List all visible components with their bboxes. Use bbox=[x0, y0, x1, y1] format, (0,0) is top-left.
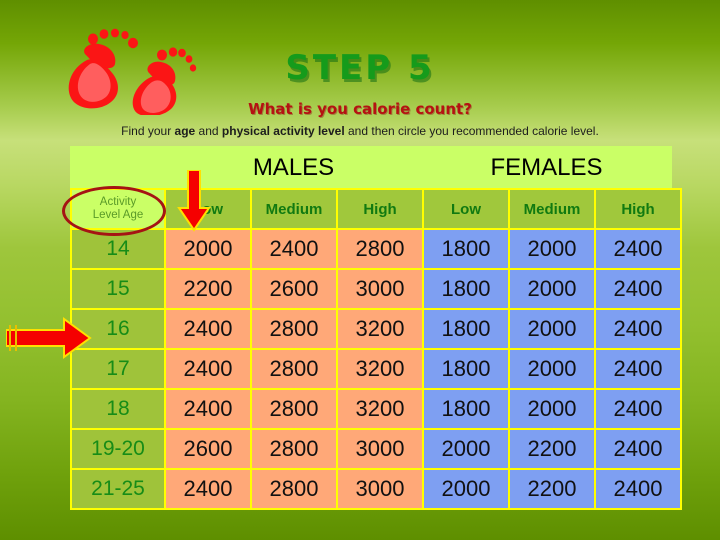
table-row: 18 2400 2800 3200 1800 2000 2400 bbox=[72, 390, 680, 428]
header-female-medium[interactable]: Medium bbox=[510, 190, 594, 228]
age-label: 19-20 bbox=[72, 430, 164, 468]
cell-female-low[interactable]: 2000 bbox=[424, 470, 508, 508]
cell-female-high[interactable]: 2400 bbox=[596, 230, 680, 268]
cell-male-low[interactable]: 2400 bbox=[166, 350, 250, 388]
cell-male-high[interactable]: 3200 bbox=[338, 310, 422, 348]
age-label: 15 bbox=[72, 270, 164, 308]
cell-male-low[interactable]: 2400 bbox=[166, 310, 250, 348]
table-row: 19-20 2600 2800 3000 2000 2200 2400 bbox=[72, 430, 680, 468]
cell-male-low[interactable]: 2400 bbox=[166, 390, 250, 428]
gender-header-band: MALES FEMALES bbox=[70, 146, 672, 190]
cell-male-high[interactable]: 2800 bbox=[338, 230, 422, 268]
cell-female-medium[interactable]: 2200 bbox=[510, 430, 594, 468]
cell-male-medium[interactable]: 2800 bbox=[252, 350, 336, 388]
cell-male-low[interactable]: 2600 bbox=[166, 430, 250, 468]
table-row: 17 2400 2800 3200 1800 2000 2400 bbox=[72, 350, 680, 388]
cell-female-low[interactable]: 1800 bbox=[424, 310, 508, 348]
cell-female-high[interactable]: 2400 bbox=[596, 270, 680, 308]
header-female-high[interactable]: High bbox=[596, 190, 680, 228]
cell-male-high[interactable]: 3000 bbox=[338, 430, 422, 468]
calorie-table: Activity Level Age Low Medium High Low M… bbox=[70, 188, 682, 510]
cell-female-medium[interactable]: 2000 bbox=[510, 390, 594, 428]
cell-male-medium[interactable]: 2600 bbox=[252, 270, 336, 308]
cell-male-low[interactable]: 2000 bbox=[166, 230, 250, 268]
cell-male-high[interactable]: 3200 bbox=[338, 390, 422, 428]
corner-label-line2: Level Age bbox=[92, 209, 144, 221]
corner-label-line1: Activity bbox=[99, 195, 137, 208]
cell-female-low[interactable]: 2000 bbox=[424, 430, 508, 468]
cell-female-high[interactable]: 2400 bbox=[596, 350, 680, 388]
table-row: 14 2000 2400 2800 1800 2000 2400 bbox=[72, 230, 680, 268]
instruction-prefix: Find your bbox=[121, 124, 175, 138]
subtitle: What is you calorie count? bbox=[248, 100, 472, 118]
slide-canvas: STEP 5 What is you calorie count? Find y… bbox=[0, 0, 720, 540]
cell-female-high[interactable]: 2400 bbox=[596, 430, 680, 468]
gender-group-females: FEMALES bbox=[490, 154, 603, 181]
cell-female-medium[interactable]: 2000 bbox=[510, 310, 594, 348]
cell-male-low[interactable]: 2400 bbox=[166, 470, 250, 508]
cell-female-high[interactable]: 2400 bbox=[596, 390, 680, 428]
instruction-suffix: and then circle you recommended calorie … bbox=[344, 124, 599, 138]
cell-male-medium[interactable]: 2800 bbox=[252, 390, 336, 428]
cell-female-high[interactable]: 2400 bbox=[596, 470, 680, 508]
table-row: 16 2400 2800 3200 1800 2000 2400 bbox=[72, 310, 680, 348]
cell-male-medium[interactable]: 2800 bbox=[252, 470, 336, 508]
cell-female-high[interactable]: 2400 bbox=[596, 310, 680, 348]
table-row: 15 2200 2600 3000 1800 2000 2400 bbox=[72, 270, 680, 308]
cell-male-low[interactable]: 2200 bbox=[166, 270, 250, 308]
cell-female-low[interactable]: 1800 bbox=[424, 390, 508, 428]
arrow-down-icon bbox=[177, 169, 211, 232]
cell-female-low[interactable]: 1800 bbox=[424, 350, 508, 388]
corner-header-activity-level-age: Activity Level Age bbox=[72, 190, 164, 228]
instruction-text: Find your age and physical activity leve… bbox=[0, 124, 720, 138]
cell-male-medium[interactable]: 2800 bbox=[252, 430, 336, 468]
cell-female-medium[interactable]: 2000 bbox=[510, 230, 594, 268]
arrow-tail-ticks-icon bbox=[8, 325, 20, 351]
cell-female-medium[interactable]: 2000 bbox=[510, 350, 594, 388]
age-label: 21-25 bbox=[72, 470, 164, 508]
cell-female-medium[interactable]: 2200 bbox=[510, 470, 594, 508]
cell-male-high[interactable]: 3000 bbox=[338, 470, 422, 508]
age-label: 18 bbox=[72, 390, 164, 428]
cell-female-low[interactable]: 1800 bbox=[424, 230, 508, 268]
cell-male-high[interactable]: 3000 bbox=[338, 270, 422, 308]
cell-male-medium[interactable]: 2400 bbox=[252, 230, 336, 268]
age-label: 14 bbox=[72, 230, 164, 268]
header-male-high[interactable]: High bbox=[338, 190, 422, 228]
instruction-bold-activity: physical activity level bbox=[221, 124, 345, 138]
cell-male-high[interactable]: 3200 bbox=[338, 350, 422, 388]
header-male-medium[interactable]: Medium bbox=[252, 190, 336, 228]
table-header-row: Activity Level Age Low Medium High Low M… bbox=[72, 190, 680, 228]
cell-female-medium[interactable]: 2000 bbox=[510, 270, 594, 308]
header-female-low[interactable]: Low bbox=[424, 190, 508, 228]
cell-male-medium[interactable]: 2800 bbox=[252, 310, 336, 348]
instruction-mid: and bbox=[195, 124, 222, 138]
cell-female-low[interactable]: 1800 bbox=[424, 270, 508, 308]
instruction-bold-age: age bbox=[174, 124, 196, 138]
table-row: 21-25 2400 2800 3000 2000 2200 2400 bbox=[72, 470, 680, 508]
